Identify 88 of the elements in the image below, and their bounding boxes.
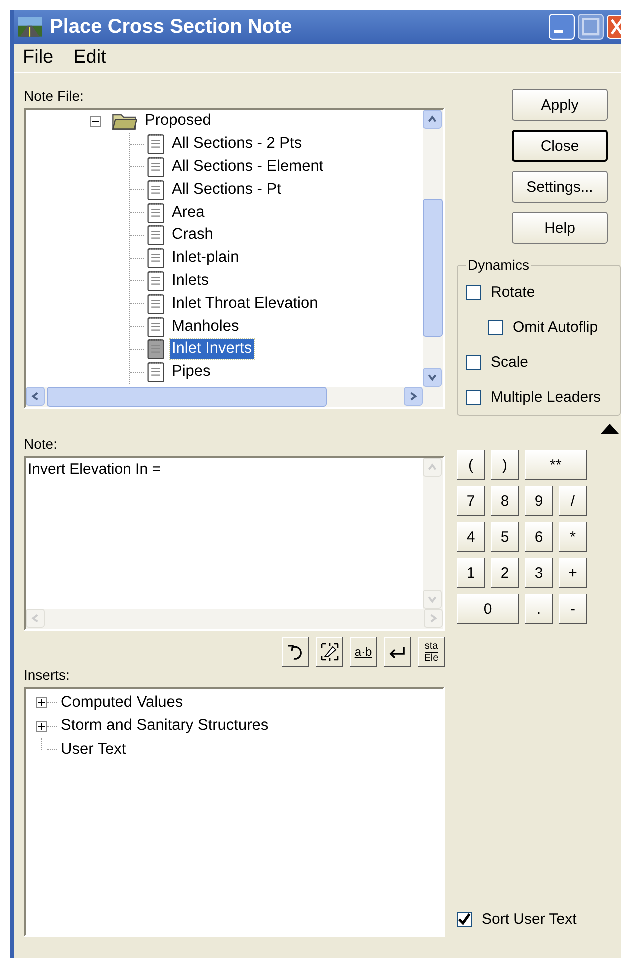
keypad-key[interactable]: 5 <box>491 522 519 552</box>
document-icon <box>147 202 165 224</box>
keypad-key[interactable]: / <box>559 486 587 516</box>
keypad-key[interactable]: 2 <box>491 558 519 588</box>
keypad-key[interactable]: + <box>559 558 587 588</box>
checkbox[interactable] <box>457 912 472 927</box>
tool-button[interactable]: a·b <box>350 637 377 667</box>
minimize-icon[interactable] <box>549 14 575 40</box>
tree-item[interactable]: All Sections - Element <box>170 156 326 177</box>
keypad-key[interactable]: ) <box>491 450 519 480</box>
document-icon <box>147 338 165 360</box>
checkbox-label: Scale <box>491 354 529 371</box>
road-icon <box>18 17 42 37</box>
note-file-label: Note File: <box>24 88 85 104</box>
scroll-up-button[interactable] <box>423 110 442 129</box>
checkbox-label: Multiple Leaders <box>491 389 602 406</box>
expand-icon[interactable] <box>36 720 47 732</box>
checkbox[interactable] <box>466 355 481 370</box>
triangle-icon[interactable] <box>601 424 619 434</box>
keypad-key[interactable]: * <box>559 522 587 552</box>
document-icon <box>147 247 165 270</box>
keypad-key[interactable]: 9 <box>525 486 553 516</box>
tree-item[interactable]: Manholes <box>170 316 242 337</box>
chevron-right-icon[interactable] <box>408 391 419 402</box>
keypad-key[interactable]: . <box>525 594 553 624</box>
checkbox[interactable] <box>488 320 503 335</box>
chevron-left-icon[interactable] <box>30 391 41 402</box>
dialog-button[interactable]: Close <box>512 130 608 162</box>
tree-item[interactable]: Inlet-plain <box>170 248 242 268</box>
tree-item[interactable]: Pipes <box>170 362 213 382</box>
vertical-scrollbar[interactable] <box>423 110 443 387</box>
keypad-key[interactable]: ** <box>525 450 587 480</box>
tree-item[interactable]: Proposed <box>143 111 214 132</box>
tree-item[interactable]: All Sections - 2 Pts <box>170 134 304 154</box>
expand-icon[interactable] <box>36 697 47 708</box>
undo-icon[interactable] <box>282 637 309 667</box>
keypad-key[interactable]: ( <box>457 450 485 480</box>
inserts-label: Inserts: <box>24 667 71 683</box>
dialog-button[interactable]: Settings... <box>512 171 608 203</box>
keypad-key[interactable]: 7 <box>457 486 485 516</box>
note-label: Note: <box>24 436 58 452</box>
scroll-left-button[interactable] <box>26 387 45 406</box>
fit-icon[interactable] <box>316 637 343 667</box>
collapse-icon[interactable] <box>90 116 101 127</box>
scroll-right-button[interactable] <box>404 387 423 406</box>
document-icon <box>147 178 165 201</box>
document-icon <box>147 270 165 292</box>
scroll-down-button[interactable] <box>423 368 442 387</box>
keypad-key[interactable]: 3 <box>525 558 553 588</box>
checkbox[interactable] <box>466 390 481 405</box>
document-icon <box>147 224 165 246</box>
tool-button[interactable]: sta Ele <box>418 637 445 667</box>
chevron-down-icon[interactable] <box>427 372 438 383</box>
dialog-button[interactable]: Apply <box>512 89 608 121</box>
dialog-button[interactable]: Help <box>512 212 608 244</box>
tree-item[interactable]: Inlet Throat Elevation <box>170 294 320 314</box>
keypad-key[interactable]: 4 <box>457 522 485 552</box>
menu-item[interactable]: Edit <box>74 47 106 69</box>
tree-item[interactable]: Crash <box>170 225 216 246</box>
document-icon <box>147 361 165 384</box>
keypad-key[interactable]: 0 <box>457 594 519 624</box>
document-icon <box>147 292 165 315</box>
checkbox-label: Rotate <box>491 284 536 301</box>
menu-item[interactable]: File <box>23 47 54 69</box>
tree-item[interactable]: Inlet Inverts <box>170 339 254 360</box>
document-icon <box>147 156 165 178</box>
document-icon <box>147 133 165 156</box>
tree-item[interactable]: Storm and Sanitary Structures <box>59 716 271 736</box>
horizontal-scrollbar[interactable] <box>26 387 443 407</box>
window-title: Place Cross Section Note <box>50 16 292 38</box>
keypad-key[interactable]: 8 <box>491 486 519 516</box>
tree-item[interactable]: Computed Values <box>59 692 186 713</box>
close-icon[interactable] <box>607 14 621 40</box>
group-title: Dynamics <box>467 257 530 273</box>
checkbox-label: Omit Autoflip <box>513 319 598 336</box>
tree-item[interactable]: Area <box>170 202 207 223</box>
checkbox-label: Sort User Text <box>482 911 577 928</box>
keypad-key[interactable]: 1 <box>457 558 485 588</box>
chevron-up-icon[interactable] <box>427 114 438 125</box>
tree-item[interactable]: All Sections - Pt <box>170 180 284 200</box>
keypad-key[interactable]: 6 <box>525 522 553 552</box>
keypad-key[interactable]: - <box>559 594 587 624</box>
tree-item[interactable]: Inlets <box>170 270 212 291</box>
enter-icon[interactable] <box>384 637 411 667</box>
document-icon <box>147 316 165 338</box>
note-field[interactable]: Invert Elevation In = <box>24 456 445 631</box>
tree-item[interactable]: User Text <box>59 740 128 760</box>
checkbox[interactable] <box>466 285 481 300</box>
